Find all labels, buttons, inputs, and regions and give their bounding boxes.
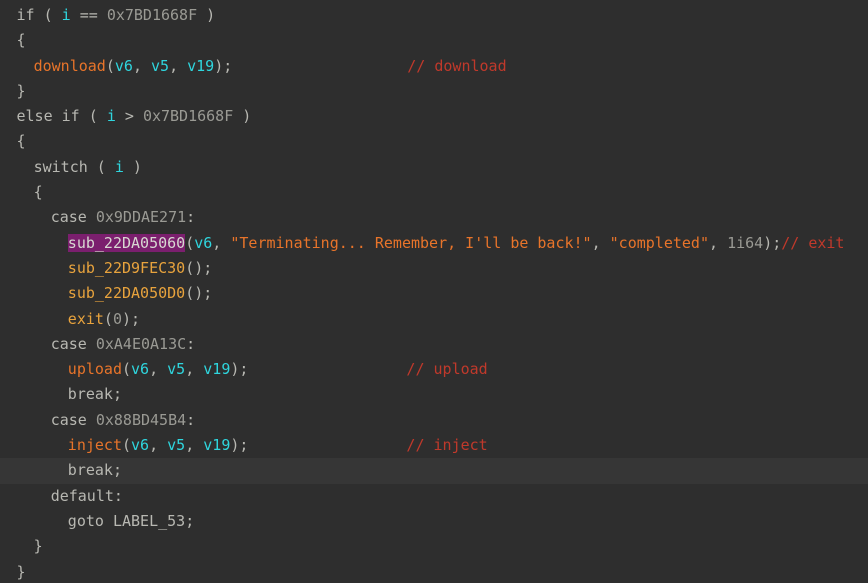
hex-constant: 0x7BD1668F [142,107,234,126]
keyword-break: break; [67,461,122,480]
code-line-current[interactable]: break; [0,458,868,484]
keyword-switch: switch [33,157,88,176]
code-line[interactable]: sub_22DA05060(v6, "Terminating... Rememb… [0,231,868,256]
brace-open: { [16,31,26,50]
function-upload[interactable]: upload [68,360,122,378]
function-sub3[interactable]: sub_22DA050D0 [68,284,185,302]
code-line[interactable]: case 0xA4E0A13C: [0,332,868,357]
keyword-goto: goto [67,511,104,530]
code-line[interactable]: exit(0); [0,307,868,332]
hex-constant: 0x7BD1668F [106,6,198,24]
code-line[interactable]: switch ( i ) [0,155,868,180]
comment-exit: // exit [781,233,845,252]
keyword-case: case [50,410,87,429]
brace-open: { [16,132,26,151]
int-literal: 1i64 [727,233,764,252]
code-line[interactable]: } [0,534,868,559]
function-sub2[interactable]: sub_22D9FEC30 [68,259,185,277]
code-line[interactable]: sub_22DA050D0(); [0,281,868,306]
code-line[interactable]: sub_22D9FEC30(); [0,256,868,281]
selected-identifier[interactable]: sub_22DA05060 [67,233,186,252]
code-line[interactable]: if ( i == 0x7BD1668F ) [0,3,868,28]
code-line[interactable]: break; [0,382,868,407]
code-line[interactable]: } [0,79,868,104]
keyword-default: default [50,486,114,505]
goto-label[interactable]: LABEL_53 [113,512,185,530]
code-line[interactable]: download(v6, v5, v19);// download [0,54,868,79]
keyword-else-if: else if [16,107,80,126]
hex-constant: 0x9DDAE271 [95,208,187,227]
brace-open: { [33,183,43,202]
int-literal: 0 [112,309,122,328]
keyword-break: break; [67,385,122,404]
function-inject[interactable]: inject [68,436,122,454]
function-download[interactable]: download [34,57,106,75]
string-literal: "completed" [609,233,709,252]
keyword-case: case [50,334,87,353]
code-line[interactable]: goto LABEL_53; [0,509,868,534]
keyword-if: if [16,6,35,24]
hex-constant: 0x88BD45B4 [95,410,187,429]
comment-inject: // inject [406,436,488,455]
brace-close: } [16,81,26,100]
code-line[interactable]: case 0x9DDAE271: [0,205,868,230]
code-line[interactable]: { [0,180,868,205]
function-exit[interactable]: exit [68,310,104,328]
code-line[interactable]: } [0,560,868,583]
code-line[interactable]: inject(v6, v5, v19);// inject [0,433,868,458]
code-line[interactable]: upload(v6, v5, v19);// upload [0,357,868,382]
code-line[interactable]: { [0,129,868,154]
brace-close: } [33,537,43,556]
code-editor-viewport[interactable]: { if ( i == 0x7BD1668F ) { download(v6, … [0,0,868,583]
comment-upload: // upload [406,360,488,379]
code-line[interactable]: case 0x88BD45B4: [0,408,868,433]
comment-download: // download [407,56,507,75]
code-line[interactable]: { [0,28,868,53]
hex-constant: 0xA4E0A13C [95,334,187,353]
code-line[interactable]: else if ( i > 0x7BD1668F ) [0,104,868,129]
string-literal: "Terminating... Remember, I'll be back!" [230,233,592,252]
variable-i: i [61,6,71,24]
brace-close: } [16,562,26,581]
code-line[interactable]: default: [0,484,868,509]
keyword-case: case [50,208,87,227]
